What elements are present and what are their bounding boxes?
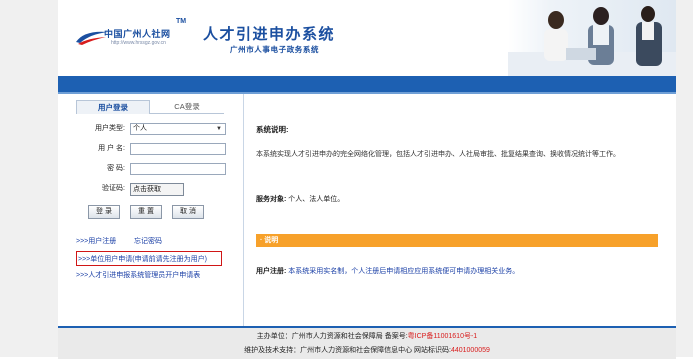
business-people-image	[508, 6, 676, 76]
system-description-text: 本系统实现人才引进申办的完全网络化管理，包括人才引进申办、人社局审批、批复结果查…	[256, 151, 620, 158]
page-right-margin	[676, 0, 693, 357]
captcha-label: 验证码:	[102, 185, 125, 192]
admin-account-apply-link[interactable]: >>>人才引进申报系统管理员开户申请表	[76, 270, 200, 280]
highlight-box	[76, 251, 222, 266]
login-panel: 用户登录 CA登录 用户类型: 个人 ▼ 用 户 名: 密 码: 验证码: 点击…	[58, 94, 244, 326]
captcha-get-button[interactable]: 点击获取	[130, 183, 184, 196]
user-type-value: 个人	[133, 125, 147, 132]
header-photo	[508, 0, 676, 76]
dropdown-arrow-icon: ▼	[216, 126, 222, 132]
user-type-row: 用户类型: 个人 ▼	[58, 123, 243, 135]
site-header: 中国广州人社网 http://www.hrssgz.gov.cn TM 人才引进…	[58, 0, 676, 76]
footer-sponsor: 主办单位：广州市人力资源和社会保障局 备案号:	[256, 333, 408, 340]
forgot-password-link[interactable]: 忘记密码	[134, 236, 162, 246]
user-registration-note: 用户注册: 本系统采用实名制，个人注册后申请相应应用系统便可申请办理相关业务。	[256, 266, 519, 276]
footer-site-code: 4401000059	[450, 347, 490, 354]
user-registration-label: 用户注册:	[256, 268, 287, 275]
system-title: 人才引进申办系统	[203, 26, 336, 43]
system-subtitle: 广州市人事电子政务系统	[230, 45, 320, 54]
site-footer: 主办单位：广州市人力资源和社会保障局 备案号:粤ICP备11001610号-1 …	[58, 326, 676, 359]
password-row: 密 码:	[58, 163, 243, 175]
captcha-row: 验证码: 点击获取	[58, 183, 243, 196]
footer-support: 维护及技术支持：广州市人力资源和社会保障信息中心 网站标识码:	[244, 347, 451, 354]
footer-line-1: 主办单位：广州市人力资源和社会保障局 备案号:粤ICP备11001610号-1	[58, 331, 676, 341]
tab-ca-login[interactable]: CA登录	[150, 100, 224, 113]
footer-line-2: 维护及技术支持：广州市人力资源和社会保障信息中心 网站标识码:440100005…	[58, 345, 676, 355]
password-label: 密 码:	[107, 165, 125, 172]
site-logo[interactable]: 中国广州人社网 http://www.hrssgz.gov.cn	[74, 24, 176, 52]
login-tabs: 用户登录 CA登录	[76, 100, 224, 114]
username-row: 用 户 名:	[58, 143, 243, 155]
logo-url: http://www.hrssgz.gov.cn	[111, 40, 166, 46]
login-buttons-row: 登 录 重 置 取 消	[58, 205, 243, 219]
login-button[interactable]: 登 录	[88, 205, 120, 219]
user-registration-text: 本系统采用实名制，个人注册后申请相应应用系统便可申请办理相关业务。	[288, 268, 520, 275]
logo-text: 中国广州人社网	[104, 29, 171, 39]
service-target-value: 个人、法人单位。	[288, 196, 345, 203]
notice-bar-label: · 说明	[260, 237, 279, 244]
tab-user-login[interactable]: 用户登录	[76, 100, 150, 114]
header-blue-bar	[58, 76, 676, 92]
reset-button[interactable]: 重 置	[130, 205, 162, 219]
footer-icp[interactable]: 粤ICP备11001610号-1	[408, 333, 478, 340]
register-link[interactable]: >>>用户注册	[76, 236, 116, 246]
service-target-label: 服务对象:	[256, 196, 287, 203]
service-target: 服务对象: 个人、法人单位。	[256, 194, 344, 204]
info-panel: 系统说明: 本系统实现人才引进申办的完全网络化管理，包括人才引进申办、人社局审批…	[244, 94, 676, 326]
page-left-margin	[0, 0, 58, 357]
notice-bar: · 说明	[256, 234, 658, 247]
username-label: 用 户 名:	[98, 145, 125, 152]
logo-trademark: TM	[176, 18, 187, 25]
main-frame: 中国广州人社网 http://www.hrssgz.gov.cn TM 人才引进…	[58, 0, 676, 359]
password-input[interactable]	[130, 163, 226, 175]
system-description-title: 系统说明:	[256, 125, 289, 134]
username-input[interactable]	[130, 143, 226, 155]
user-type-label: 用户类型:	[95, 125, 125, 132]
cancel-button[interactable]: 取 消	[172, 205, 204, 219]
user-type-select[interactable]: 个人 ▼	[130, 123, 226, 135]
